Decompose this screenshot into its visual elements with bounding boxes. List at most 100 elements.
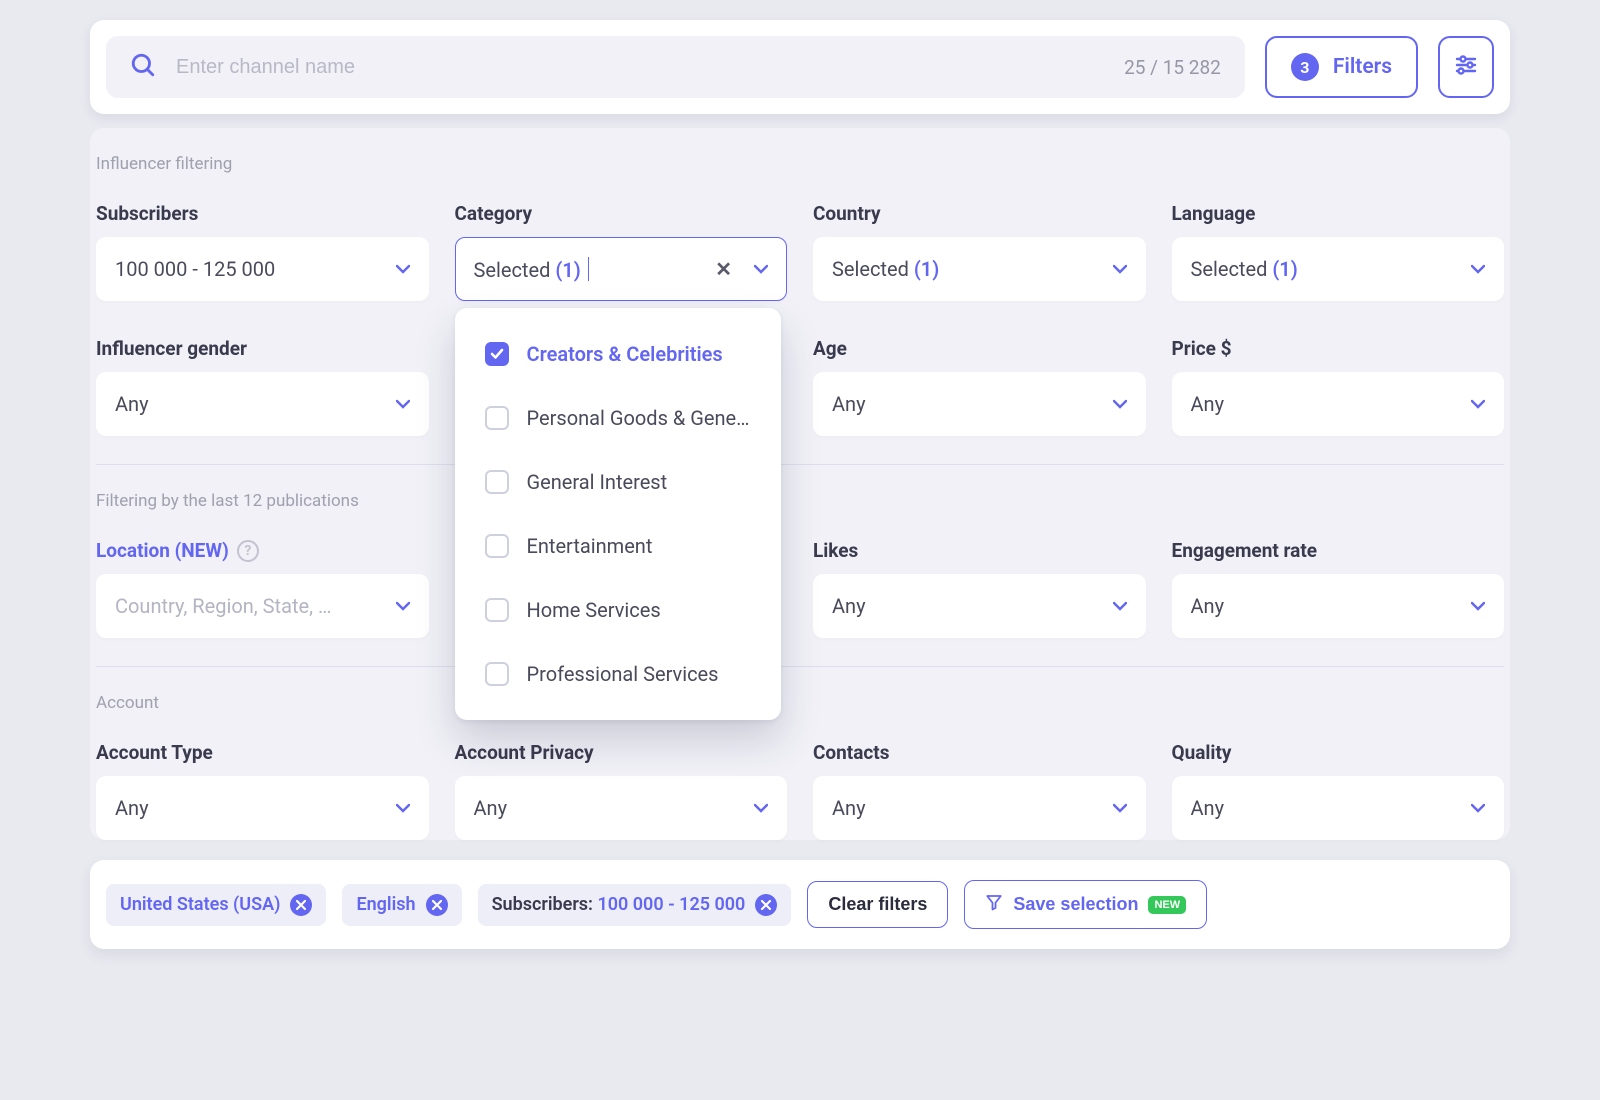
category-option[interactable]: Professional Services (455, 642, 781, 706)
chevron-down-icon (1471, 601, 1485, 611)
clear-filters-button[interactable]: Clear filters (807, 881, 948, 928)
account-privacy-select[interactable]: Any (455, 776, 788, 840)
help-icon[interactable]: ? (237, 540, 259, 562)
category-option-label: Home Services (527, 598, 661, 622)
search-input[interactable] (174, 55, 1106, 80)
category-option[interactable]: Entertainment (455, 514, 781, 578)
subscribers-label: Subscribers (96, 202, 429, 225)
sliders-icon (1454, 53, 1478, 82)
chip-remove-icon[interactable] (290, 894, 312, 916)
country-select[interactable]: Selected (1) (813, 237, 1146, 301)
category-option-label: Professional Services (527, 662, 719, 686)
country-label: Country (813, 202, 1146, 225)
account-privacy-label: Account Privacy (455, 741, 788, 764)
chip-subscribers[interactable]: Subscribers: 100 000 - 125 000 (478, 884, 792, 926)
age-value: Any (832, 392, 1113, 416)
category-label: Category (455, 202, 788, 225)
category-option-label: Entertainment (527, 534, 653, 558)
category-value: Selected (1) (474, 257, 716, 282)
chevron-down-icon (1113, 264, 1127, 274)
engagement-label: Engagement rate (1172, 539, 1505, 562)
chevron-down-icon (396, 803, 410, 813)
contacts-label: Contacts (813, 741, 1146, 764)
contacts-value: Any (832, 796, 1113, 820)
likes-select[interactable]: Any (813, 574, 1146, 638)
contacts-select[interactable]: Any (813, 776, 1146, 840)
clear-category-icon[interactable]: ✕ (715, 257, 732, 281)
category-select[interactable]: Selected (1) ✕ (455, 237, 788, 301)
chip-subs-prefix: Subscribers: (492, 894, 598, 915)
language-value: Selected (1) (1191, 257, 1472, 281)
new-badge: NEW (1148, 896, 1186, 914)
category-option[interactable]: Home Services (455, 578, 781, 642)
chip-language-text: English (356, 894, 415, 915)
category-dropdown[interactable]: Creators & Celebrities Personal Goods & G… (455, 308, 781, 720)
account-type-select[interactable]: Any (96, 776, 429, 840)
checkbox-icon (485, 598, 509, 622)
result-count: 25 / 15 282 (1124, 56, 1221, 79)
divider (96, 666, 1504, 667)
engagement-value: Any (1191, 594, 1472, 618)
price-label: Price $ (1172, 337, 1505, 360)
chevron-down-icon[interactable] (754, 264, 768, 274)
location-select[interactable]: Country, Region, State, City (96, 574, 429, 638)
search-field-wrap[interactable]: 25 / 15 282 (106, 36, 1245, 98)
price-value: Any (1191, 392, 1472, 416)
filters-button[interactable]: 3 Filters (1265, 36, 1418, 98)
checkbox-icon (485, 406, 509, 430)
quality-label: Quality (1172, 741, 1505, 764)
settings-button[interactable] (1438, 36, 1494, 98)
chevron-down-icon (754, 803, 768, 813)
section-account-title: Account (96, 693, 1504, 713)
filter-panel: Influencer filtering Subscribers 100 000… (90, 128, 1510, 840)
country-value: Selected (1) (832, 257, 1113, 281)
chip-remove-icon[interactable] (426, 894, 448, 916)
subscribers-value: 100 000 - 125 000 (115, 257, 396, 281)
language-select[interactable]: Selected (1) (1172, 237, 1505, 301)
active-filters-bar: United States (USA) English Subscribers:… (90, 860, 1510, 949)
likes-label: Likes (813, 539, 1146, 562)
checkbox-icon (485, 534, 509, 558)
category-option-label: Personal Goods & General Merchandise (527, 406, 751, 430)
chevron-down-icon (1471, 264, 1485, 274)
account-privacy-value: Any (474, 796, 755, 820)
location-placeholder: Country, Region, State, City (115, 594, 335, 618)
subscribers-select[interactable]: 100 000 - 125 000 (96, 237, 429, 301)
engagement-select[interactable]: Any (1172, 574, 1505, 638)
chip-language[interactable]: English (342, 884, 461, 926)
category-option[interactable]: General Interest (455, 450, 781, 514)
search-header: 25 / 15 282 3 Filters (90, 20, 1510, 114)
category-option-label: General Interest (527, 470, 668, 494)
chevron-down-icon (1113, 601, 1127, 611)
quality-value: Any (1191, 796, 1472, 820)
age-label: Age (813, 337, 1146, 360)
price-select[interactable]: Any (1172, 372, 1505, 436)
divider (96, 464, 1504, 465)
gender-select[interactable]: Any (96, 372, 429, 436)
filters-count-badge: 3 (1291, 53, 1319, 81)
category-option-label: Creators & Celebrities (527, 342, 723, 366)
category-option[interactable]: Creators & Celebrities (455, 322, 781, 386)
chevron-down-icon (1113, 399, 1127, 409)
gender-label: Influencer gender (96, 337, 429, 360)
chevron-down-icon (396, 399, 410, 409)
category-option[interactable]: Personal Goods & General Merchandise (455, 386, 781, 450)
likes-value: Any (832, 594, 1113, 618)
checkbox-icon (485, 662, 509, 686)
chevron-down-icon (396, 601, 410, 611)
filters-label: Filters (1333, 55, 1392, 79)
chip-remove-icon[interactable] (755, 894, 777, 916)
chevron-down-icon (1471, 399, 1485, 409)
account-type-value: Any (115, 796, 396, 820)
quality-select[interactable]: Any (1172, 776, 1505, 840)
chip-subs-value: 100 000 - 125 000 (597, 894, 745, 915)
chip-country[interactable]: United States (USA) (106, 884, 326, 926)
age-select[interactable]: Any (813, 372, 1146, 436)
location-label: Location (NEW) ? (96, 539, 429, 562)
checkbox-icon (485, 470, 509, 494)
chevron-down-icon (1471, 803, 1485, 813)
save-selection-button[interactable]: Save selection NEW (964, 880, 1207, 929)
account-type-label: Account Type (96, 741, 429, 764)
language-label: Language (1172, 202, 1505, 225)
gender-value: Any (115, 392, 396, 416)
